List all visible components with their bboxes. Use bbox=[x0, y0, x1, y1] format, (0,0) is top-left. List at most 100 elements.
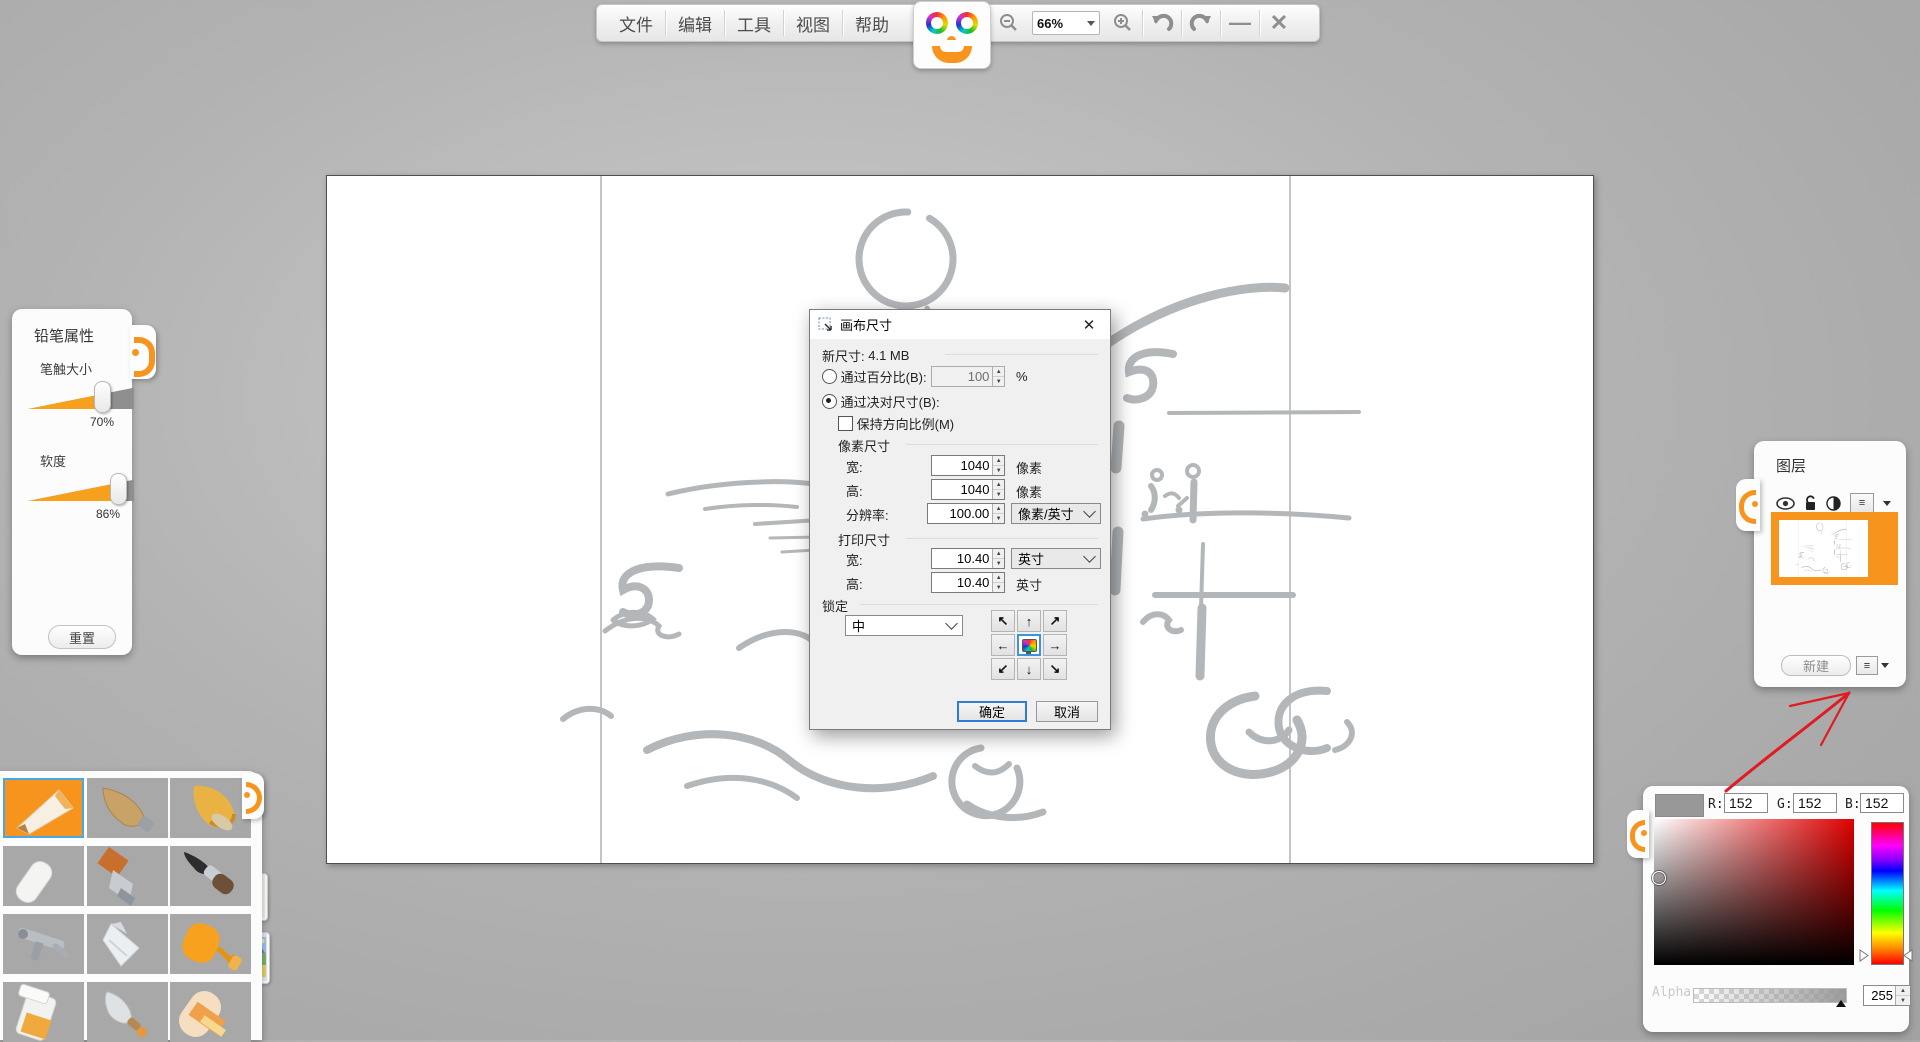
tool-chalk[interactable] bbox=[3, 846, 84, 906]
resolution-field[interactable] bbox=[928, 504, 992, 523]
alpha-slider[interactable] bbox=[1693, 988, 1847, 1003]
menu-lines-icon: ≡ bbox=[1864, 660, 1870, 672]
hue-marker-right-icon[interactable] bbox=[1903, 949, 1913, 962]
redo-button[interactable] bbox=[1182, 8, 1220, 38]
ok-button[interactable]: 确定 bbox=[957, 701, 1027, 722]
absolute-radio[interactable] bbox=[822, 394, 837, 409]
undo-button[interactable] bbox=[1143, 8, 1181, 38]
tool-cone-tube[interactable] bbox=[87, 914, 168, 974]
tool-eraser[interactable] bbox=[170, 982, 251, 1042]
tool-flat-brush[interactable] bbox=[87, 846, 168, 906]
anchor-top[interactable]: ↑ bbox=[1017, 610, 1041, 632]
new-layer-button[interactable]: 新建 bbox=[1781, 655, 1851, 676]
red-field[interactable] bbox=[1724, 793, 1768, 813]
layer-visibility-eye-icon[interactable] bbox=[1776, 497, 1795, 510]
height-field[interactable] bbox=[932, 480, 992, 499]
tool-airbrush[interactable] bbox=[3, 914, 84, 974]
hue-marker-left-icon[interactable] bbox=[1859, 949, 1869, 962]
anchor-bottom-left[interactable]: ↙ bbox=[991, 658, 1015, 680]
minimize-button[interactable]: — bbox=[1221, 8, 1259, 38]
width-spinner[interactable]: ▲▼ bbox=[992, 456, 1004, 475]
print-width-unit-select[interactable]: 英寸 bbox=[1011, 548, 1101, 569]
tool-tray bbox=[0, 771, 262, 1040]
menu-edit[interactable]: 编辑 bbox=[666, 11, 724, 36]
menu-help[interactable]: 帮助 bbox=[843, 11, 901, 36]
zoom-in-button[interactable] bbox=[1104, 8, 1142, 38]
flat-brush-icon bbox=[87, 846, 168, 906]
percent-spinner[interactable]: ▲▼ bbox=[992, 367, 1004, 386]
softness-label: 软度 bbox=[40, 451, 66, 470]
print-width-spinner[interactable]: ▲▼ bbox=[992, 549, 1004, 568]
layers-panel-handle[interactable] bbox=[1736, 479, 1760, 531]
menu-tools[interactable]: 工具 bbox=[725, 11, 783, 36]
softness-value: 86% bbox=[96, 507, 120, 521]
menu-view[interactable]: 视图 bbox=[784, 11, 842, 36]
softness-thumb[interactable] bbox=[110, 473, 127, 505]
green-field[interactable] bbox=[1793, 793, 1837, 813]
tool-paint-jar[interactable] bbox=[3, 982, 84, 1042]
zoom-out-button[interactable] bbox=[990, 8, 1028, 38]
tray-handle[interactable] bbox=[242, 773, 264, 819]
tool-ink-brush[interactable] bbox=[170, 846, 251, 906]
tool-pencil[interactable] bbox=[3, 778, 84, 838]
layer-opacity-icon[interactable] bbox=[1826, 496, 1841, 511]
anchor-grid: ↖ ↑ ↗ ← → ↙ ↓ ↘ bbox=[991, 610, 1067, 680]
anchor-bottom[interactable]: ↓ bbox=[1017, 658, 1041, 680]
brush-size-thumb[interactable] bbox=[94, 381, 111, 413]
alpha-spin-buttons[interactable]: ▲▼ bbox=[1895, 986, 1910, 1005]
menu-file[interactable]: 文件 bbox=[607, 11, 665, 36]
percent-field[interactable] bbox=[932, 367, 992, 386]
blue-field[interactable] bbox=[1860, 793, 1904, 813]
layers-menu-button[interactable]: ≡ bbox=[1856, 656, 1878, 675]
tool-wood-brush[interactable] bbox=[87, 778, 168, 838]
chevron-down-icon[interactable] bbox=[1881, 663, 1889, 668]
percent-radio-label: 通过百分比(B): bbox=[841, 367, 927, 386]
close-button[interactable]: ✕ bbox=[1260, 8, 1298, 38]
layer-item-selected[interactable] bbox=[1771, 512, 1898, 585]
hue-slider[interactable] bbox=[1871, 822, 1904, 965]
anchor-right[interactable]: → bbox=[1043, 634, 1067, 656]
print-height-spinner[interactable]: ▲▼ bbox=[992, 573, 1004, 592]
lock-anchor-value: 中 bbox=[852, 616, 865, 635]
tool-paint-roller[interactable] bbox=[170, 914, 251, 974]
anchor-bottom-right[interactable]: ↘ bbox=[1043, 658, 1067, 680]
height-spinner[interactable]: ▲▼ bbox=[992, 480, 1004, 499]
anchor-top-right[interactable]: ↗ bbox=[1043, 610, 1067, 632]
absolute-radio-label: 通过决对尺寸(B): bbox=[841, 392, 940, 411]
airbrush-icon bbox=[3, 914, 84, 974]
print-width-field[interactable] bbox=[932, 549, 992, 568]
dialog-title-bar[interactable]: 画布尺寸 bbox=[810, 310, 1110, 339]
alpha-field[interactable] bbox=[1864, 988, 1895, 1003]
current-color-swatch bbox=[1655, 794, 1704, 817]
keep-ratio-checkbox[interactable] bbox=[838, 416, 853, 431]
width-field[interactable] bbox=[932, 456, 992, 475]
saturation-value-picker[interactable] bbox=[1654, 819, 1854, 965]
color-panel-handle[interactable] bbox=[1627, 810, 1649, 858]
lock-anchor-select[interactable]: 中 bbox=[845, 615, 963, 636]
tool-crayon[interactable] bbox=[170, 778, 251, 838]
percent-field-group: ▲▼ bbox=[931, 366, 1005, 387]
brush-size-slider[interactable] bbox=[28, 383, 134, 409]
cancel-button[interactable]: 取消 bbox=[1036, 701, 1098, 722]
anchor-left[interactable]: ← bbox=[991, 634, 1015, 656]
layer-options-button[interactable]: ≡ bbox=[1850, 493, 1874, 513]
dialog-close-button[interactable]: ✕ bbox=[1068, 310, 1110, 339]
print-height-label: 高: bbox=[846, 572, 863, 594]
print-height-field-group: ▲▼ bbox=[931, 572, 1005, 593]
crayon-icon bbox=[170, 778, 251, 838]
reset-button[interactable]: 重置 bbox=[48, 625, 116, 649]
resolution-unit-select[interactable]: 像素/英寸 bbox=[1011, 503, 1101, 524]
color-cursor[interactable] bbox=[1652, 871, 1666, 885]
anchor-center[interactable] bbox=[1017, 634, 1041, 656]
panel-handle[interactable] bbox=[130, 325, 156, 379]
minimize-icon: — bbox=[1229, 12, 1251, 34]
tool-palette-knife[interactable] bbox=[87, 982, 168, 1042]
resolution-spinner[interactable]: ▲▼ bbox=[992, 504, 1004, 523]
print-height-field[interactable] bbox=[932, 573, 992, 592]
zoom-level-combo[interactable]: 66% bbox=[1032, 11, 1100, 35]
alpha-marker-icon[interactable] bbox=[1836, 1000, 1846, 1007]
layer-lock-icon[interactable] bbox=[1804, 495, 1817, 511]
chevron-down-icon[interactable] bbox=[1883, 501, 1891, 506]
percent-radio[interactable] bbox=[822, 369, 837, 384]
anchor-top-left[interactable]: ↖ bbox=[991, 610, 1015, 632]
